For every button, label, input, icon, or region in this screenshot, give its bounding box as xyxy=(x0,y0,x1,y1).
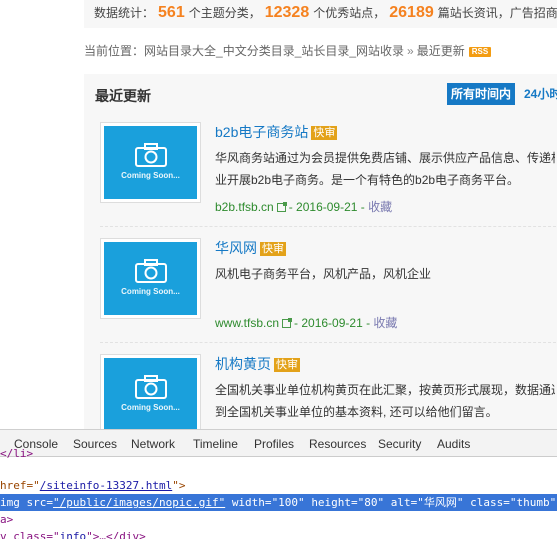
dom-line-text: ">…</div> xyxy=(86,530,146,539)
site-description: 华风商务站通过为会员提供免费店铺、展示供应产品信息、传递相 业开展b2b电子商务… xyxy=(215,147,555,191)
coming-soon-caption: Coming Soon... xyxy=(121,403,180,412)
dom-attr-name: height= xyxy=(311,496,358,509)
site-meta: www.tfsb.cn - 2016-09-21 - 收藏 xyxy=(215,314,397,331)
fast-review-badge: 快审 xyxy=(274,358,300,372)
external-link-icon[interactable] xyxy=(276,202,287,212)
dom-tag-name: img xyxy=(0,496,20,509)
coming-soon-caption: Coming Soon... xyxy=(121,287,180,296)
panel-title: 最近更新 xyxy=(95,88,151,104)
site-title-link[interactable]: 华风网 xyxy=(215,240,257,256)
dom-attr-value: "80" xyxy=(357,496,385,509)
web-page: 数据统计： 561 个主题分类， 12328 个优秀站点， 26189 篇站长资讯，广告招商… xyxy=(0,0,557,429)
dom-attr-link[interactable]: "/public/images/nopic.gif" xyxy=(53,496,225,509)
rss-icon[interactable]: RSS xyxy=(468,46,492,57)
dom-tree-line-selected[interactable]: img src="/public/images/nopic.gif" width… xyxy=(0,494,557,511)
site-title: 华风网 快审 xyxy=(215,238,286,258)
site-date: - 2016-09-21 - xyxy=(294,316,371,330)
site-description-line: 全国机关事业单位机构黄页在此汇聚，按黄页形式展现，数据通过 xyxy=(215,383,555,397)
stats-label: 数据统计： xyxy=(94,6,155,20)
dom-tree-line[interactable]: </li> xyxy=(0,449,557,459)
site-url[interactable]: www.tfsb.cn xyxy=(215,316,279,330)
breadcrumb: 当前位置：网站目录大全_中文分类目录_站长目录_网站收录» 最近更新 RSS xyxy=(84,40,557,62)
site-thumbnail[interactable]: Coming Soon... xyxy=(100,122,201,203)
site-url[interactable]: b2b.tfsb.cn xyxy=(215,200,274,214)
tab-all-time[interactable]: 所有时间内 xyxy=(447,83,516,105)
breadcrumb-prefix: 当前位置： xyxy=(84,44,145,58)
site-description-line: 到全国机关事业单位的基本资料, 还可以给他们留言。 xyxy=(215,405,498,419)
site-title-link[interactable]: b2b电子商务站 xyxy=(215,124,308,140)
site-title: 机构黄页 快审 xyxy=(215,354,300,374)
stats-sites-count: 12328 xyxy=(264,4,310,21)
fast-review-badge: 快审 xyxy=(260,242,286,256)
site-list-item: Coming Soon... b2b电子商务站 快审 华风商务站通过为会员提供免费… xyxy=(84,122,557,222)
coming-soon-caption: Coming Soon... xyxy=(121,171,180,180)
site-thumbnail[interactable]: Coming Soon... xyxy=(100,354,201,429)
site-description: 全国机关事业单位机构黄页在此汇聚，按黄页形式展现，数据通过 到全国机关事业单位的… xyxy=(215,379,555,423)
dom-tree-line[interactable]: href="/siteinfo-13327.html"> xyxy=(0,477,557,494)
tab-24-hours[interactable]: 24小时 xyxy=(520,83,557,105)
dom-attr-name: alt= xyxy=(390,496,418,509)
site-list-item: Coming Soon... 华风网 快审 风机电子商务平台，风机产品，风机企业 … xyxy=(84,238,557,338)
site-stats-bar: 数据统计： 561 个主题分类， 12328 个优秀站点， 26189 篇站长资讯，广告招商… xyxy=(84,0,557,28)
camera-icon xyxy=(135,259,167,283)
site-date: - 2016-09-21 - xyxy=(288,200,365,214)
stats-topics-text: 个主题分类， xyxy=(188,6,261,20)
dom-line-text: a> xyxy=(0,513,14,526)
dom-attr-name: src= xyxy=(26,496,54,509)
breadcrumb-current: 最近更新 xyxy=(416,44,465,58)
site-description: 风机电子商务平台，风机产品，风机企业 xyxy=(215,263,555,285)
dom-attr-name: href=" xyxy=(0,479,40,492)
site-description-line: 业开展b2b电子商务。是一个有特色的b2b电子商务平台。 xyxy=(215,173,520,187)
site-description-line: 风机电子商务平台，风机产品，风机企业 xyxy=(215,267,432,281)
dom-attr-value: "华风网" xyxy=(417,496,464,509)
favorite-link[interactable]: 收藏 xyxy=(373,316,397,330)
stats-news-count: 26189 xyxy=(389,4,434,21)
favorite-link[interactable]: 收藏 xyxy=(368,200,392,214)
dom-attr-name: width= xyxy=(231,496,272,509)
breadcrumb-separator: » xyxy=(407,44,414,58)
stats-sites-text: 个优秀站点， xyxy=(313,6,386,20)
item-divider xyxy=(100,342,556,343)
dom-attr-link[interactable]: /siteinfo-13327.html xyxy=(40,479,172,492)
site-title-link[interactable]: 机构黄页 xyxy=(215,356,271,372)
recent-updates-panel: 最近更新 所有时间内 24小时 Coming Soon... b2b电子商务站快… xyxy=(84,74,557,429)
dom-tree-line[interactable]: a> xyxy=(0,511,557,528)
camera-icon xyxy=(135,143,167,167)
dom-attr-value: "thumb" xyxy=(509,496,557,509)
site-list-item: Coming Soon... 机构黄页 快审 全国机关事业单位机构黄页在此汇聚，按… xyxy=(84,354,557,429)
item-divider xyxy=(100,226,556,227)
dom-attr-value: info xyxy=(59,530,87,539)
dom-attr-close: "> xyxy=(172,479,186,492)
site-meta: b2b.tfsb.cn - 2016-09-21 - 收藏 xyxy=(215,198,392,215)
external-link-icon[interactable] xyxy=(282,318,293,328)
site-title: b2b电子商务站 快审 xyxy=(215,122,338,142)
site-description-line: 华风商务站通过为会员提供免费店铺、展示供应产品信息、传递相 xyxy=(215,151,555,165)
dom-line-text: v class=" xyxy=(0,530,60,539)
breadcrumb-link-directory[interactable]: 网站目录大全_中文分类目录_站长目录_网站收录 xyxy=(144,44,404,58)
dom-tree-line[interactable]: v class="info">…</div> xyxy=(0,528,557,539)
dom-attr-name: class= xyxy=(470,496,510,509)
site-thumbnail[interactable]: Coming Soon... xyxy=(100,238,201,319)
dom-attr-value: "100" xyxy=(271,496,305,509)
camera-icon xyxy=(135,375,167,399)
dom-line-text: </li> xyxy=(0,449,34,459)
fast-review-badge: 快审 xyxy=(311,126,338,140)
stats-news-text: 篇站长资讯，广告招商： xyxy=(437,6,557,20)
stats-topics-count: 561 xyxy=(158,4,185,21)
devtools-panel: Console Sources Network Timeline Profile… xyxy=(0,429,557,539)
